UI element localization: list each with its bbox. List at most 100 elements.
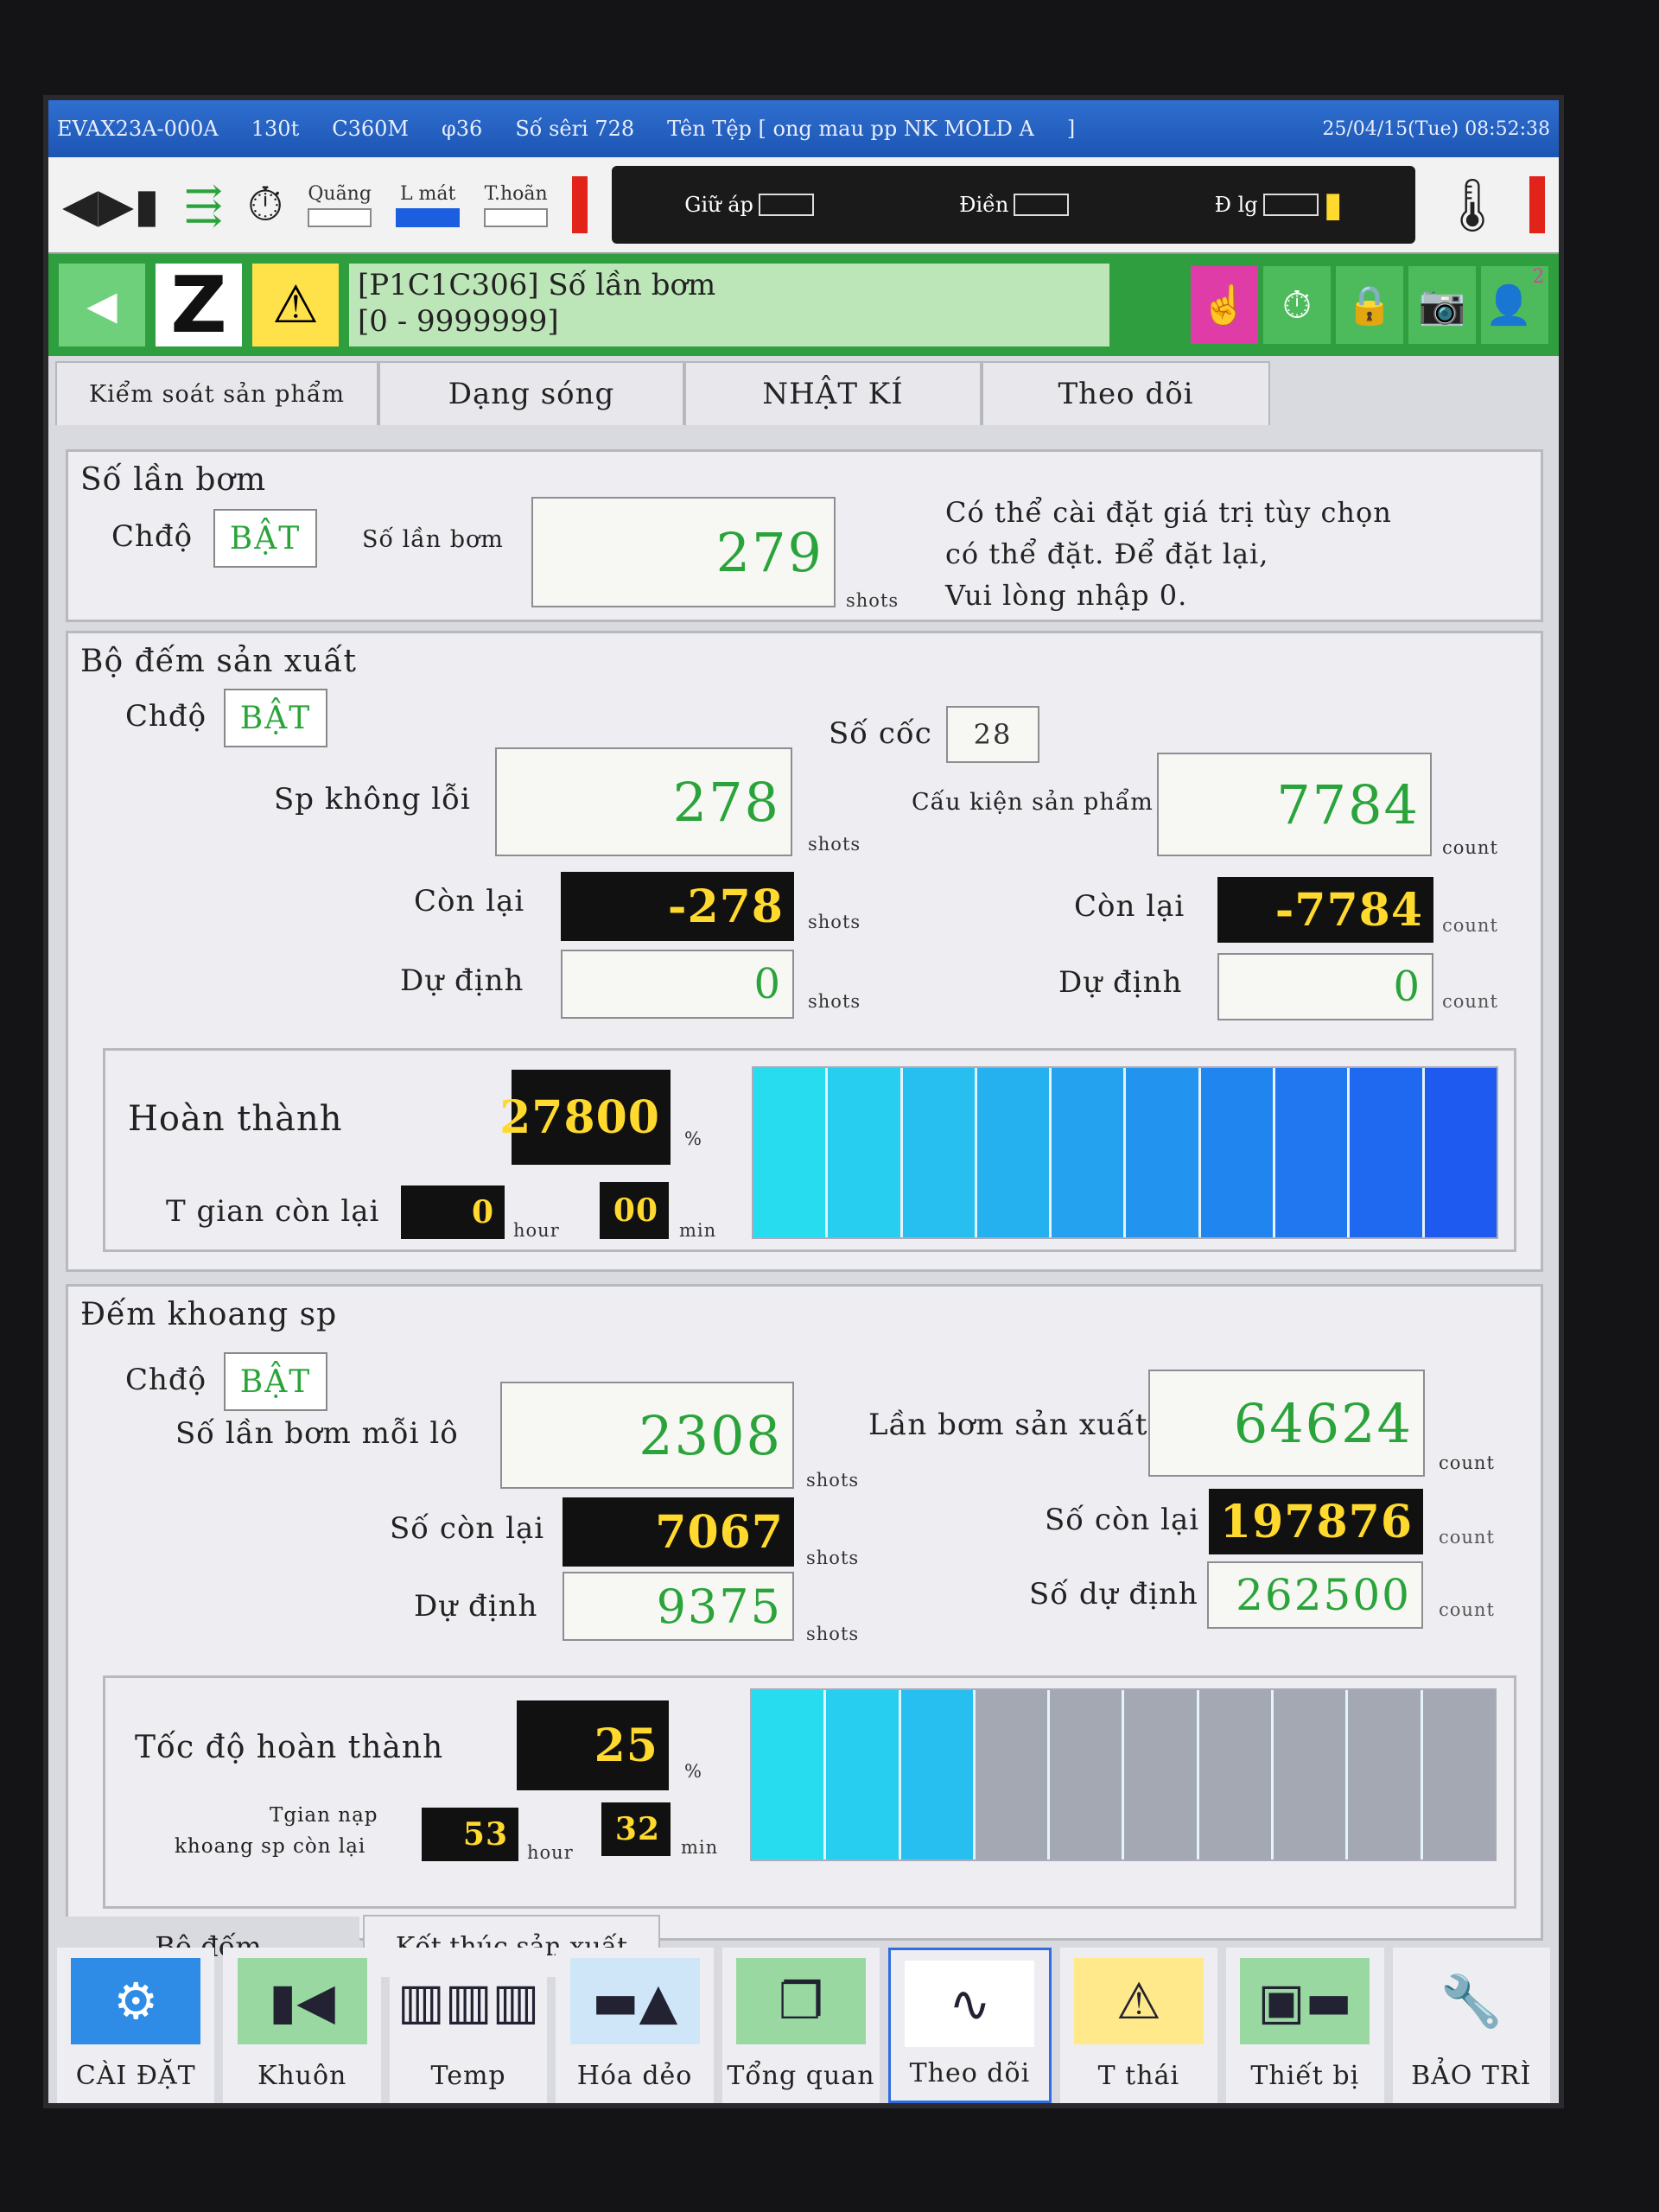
product-parts-value[interactable]: 7784 bbox=[1157, 753, 1432, 856]
planned-shots-input[interactable]: 0 bbox=[561, 950, 794, 1019]
shot-count-panel: Số lần bơm Chđộ BẬT Số lần bơm 279 shots… bbox=[66, 449, 1543, 622]
mold-open-icon: ◀▶▮ bbox=[62, 177, 160, 232]
screw-icon: ▬▲ bbox=[569, 1958, 700, 2044]
user-icon[interactable]: 👤 2 bbox=[1481, 266, 1548, 344]
remaining-time-label: T gian còn lại bbox=[166, 1194, 380, 1229]
file-name: Tên Tệp [ ong mau pp NK MOLD A bbox=[667, 117, 1034, 141]
shot-count-title: Số lần bơm bbox=[80, 462, 267, 498]
cavity-count-label: Số cốc bbox=[829, 716, 932, 751]
shots-per-lot-input[interactable]: 2308 bbox=[500, 1382, 794, 1489]
metering-level-icon: ▮ bbox=[1323, 185, 1343, 225]
heater-icon: ▥▥▥ bbox=[397, 1972, 540, 2031]
lock-icon[interactable]: 🔒 bbox=[1336, 266, 1403, 344]
shot-mode-toggle[interactable]: BẬT bbox=[213, 509, 317, 568]
remaining-cavity-shots-value: 7067 bbox=[563, 1497, 794, 1567]
remaining-cavity-count-unit: count bbox=[1439, 1527, 1495, 1548]
progress-segment bbox=[828, 1068, 903, 1237]
note-line-1: Có thể cài đặt giá trị tùy chọn bbox=[945, 496, 1392, 529]
machine-tonnage: 130t bbox=[251, 117, 300, 141]
shot-count-unit: shots bbox=[846, 590, 899, 611]
fill-lamp bbox=[1014, 194, 1070, 216]
nav-mold[interactable]: ▮◀ Khuôn bbox=[223, 1948, 381, 2103]
tab-monitor[interactable]: Theo dõi bbox=[982, 361, 1270, 425]
nav-setup-label: CÀI ĐẶT bbox=[75, 2061, 196, 2091]
nav-overview[interactable]: ❐ Tổng quan bbox=[721, 1948, 880, 2103]
stopwatch-icon[interactable]: ⏱ bbox=[1263, 266, 1331, 344]
shot-count-label: Số lần bơm bbox=[362, 526, 504, 553]
datetime: 25/04/15(Tue) 08:52:38 bbox=[1322, 118, 1550, 140]
metering-label: Đ lg bbox=[1214, 193, 1258, 217]
nav-maintenance-label: BẢO TRÌ bbox=[1411, 2061, 1532, 2091]
tab-product-control[interactable]: Kiểm soát sản phẩm bbox=[55, 361, 378, 425]
planned-cavity-count-unit: count bbox=[1439, 1599, 1495, 1620]
planned-count-input[interactable]: 0 bbox=[1217, 953, 1433, 1020]
remaining-hours-unit: hour bbox=[513, 1220, 560, 1241]
remaining-minutes-value: 00 bbox=[600, 1182, 669, 1239]
camera-icon[interactable]: 📷 bbox=[1408, 266, 1476, 344]
hmi-screen: EVAX23A-000A 130t C360M φ36 Số sêri 728 … bbox=[43, 95, 1564, 2108]
file-name-end: ] bbox=[1066, 117, 1076, 141]
completion-rate-label: Tốc độ hoàn thành bbox=[135, 1730, 444, 1765]
cavity-count-input[interactable]: 28 bbox=[946, 706, 1039, 763]
serial-number: Số sêri 728 bbox=[515, 117, 635, 141]
back-arrow-icon[interactable]: ◀ bbox=[59, 264, 145, 346]
progress-segment bbox=[1198, 1690, 1274, 1859]
warning-icon[interactable]: ⚠ bbox=[252, 264, 339, 346]
progress-segment bbox=[1052, 1068, 1127, 1237]
product-parts-label: Cấu kiện sản phẩm bbox=[912, 789, 1154, 816]
remaining-cavity-count-label: Số còn lại bbox=[1045, 1503, 1200, 1537]
remaining-cavity-count-value: 197876 bbox=[1209, 1489, 1423, 1554]
parameter-name: [P1C1C306] Số lần bơm bbox=[358, 268, 716, 302]
production-shots-value[interactable]: 64624 bbox=[1148, 1370, 1425, 1477]
progress-segment bbox=[1200, 1068, 1276, 1237]
planned-cavity-shots-unit: shots bbox=[806, 1624, 860, 1644]
nav-overview-label: Tổng quan bbox=[727, 2061, 875, 2091]
cavity-counter-panel: Đếm khoang sp Chđộ BẬT Số lần bơm mỗi lô… bbox=[66, 1284, 1543, 1941]
cavity-mode-toggle[interactable]: BẬT bbox=[224, 1352, 327, 1411]
nav-maintenance[interactable]: 🔧 BẢO TRÌ bbox=[1392, 1948, 1550, 2103]
planned-shots-label: Dự định bbox=[400, 963, 524, 998]
nav-setup[interactable]: ⚙ CÀI ĐẶT bbox=[57, 1948, 215, 2103]
nav-equipment[interactable]: ▣▬ Thiết bị bbox=[1226, 1948, 1384, 2103]
progress-segment bbox=[1126, 1068, 1201, 1237]
tab-waveform[interactable]: Dạng sóng bbox=[378, 361, 684, 425]
good-parts-value[interactable]: 278 bbox=[495, 747, 792, 856]
remaining-minutes-unit: min bbox=[679, 1220, 717, 1241]
nav-status[interactable]: ⚠ T thái bbox=[1059, 1948, 1218, 2103]
tab-log[interactable]: NHẬT KÍ bbox=[684, 361, 982, 425]
parameter-message: [P1C1C306] Số lần bơm [0 - 9999999] bbox=[349, 264, 1109, 346]
production-progress-bar bbox=[752, 1066, 1498, 1239]
nav-plasticizing[interactable]: ▬▲ Hóa dẻo bbox=[556, 1948, 714, 2103]
planned-count-unit: count bbox=[1442, 991, 1498, 1012]
cavity-counter-title: Đếm khoang sp bbox=[80, 1297, 338, 1332]
cooling-lamp bbox=[396, 207, 461, 227]
nav-monitor[interactable]: ∿ Theo dõi bbox=[888, 1948, 1052, 2103]
controller-model: C360M bbox=[332, 117, 409, 141]
progress-segment bbox=[1348, 1690, 1423, 1859]
alarm-warning-icon: ⚠ bbox=[1073, 1958, 1204, 2044]
progress-segment bbox=[1274, 1690, 1349, 1859]
planned-count-label: Dự định bbox=[1058, 965, 1183, 1000]
delay-lamp bbox=[484, 207, 549, 227]
planned-cavity-count-label: Số dự định bbox=[1029, 1577, 1198, 1611]
bottom-navigation: ⚙ CÀI ĐẶT ▮◀ Khuôn ▥▥▥ Temp ▬▲ Hóa dẻo ❐… bbox=[48, 1939, 1559, 2103]
hand-touch-icon[interactable]: ☝ bbox=[1191, 266, 1258, 344]
completion-unit: % bbox=[684, 1128, 702, 1149]
planned-cavity-shots-input[interactable]: 9375 bbox=[563, 1572, 794, 1641]
progress-segment bbox=[1424, 1068, 1497, 1237]
nav-temperature[interactable]: ▥▥▥ Temp bbox=[389, 1948, 548, 2103]
timer-icon: ⏱ bbox=[247, 177, 284, 232]
fill-time-label-line1: Tgian nạp bbox=[270, 1804, 378, 1827]
note-line-3: Vui lòng nhập 0. bbox=[945, 579, 1188, 612]
overview-windows-icon: ❐ bbox=[735, 1958, 866, 2044]
shot-count-input[interactable]: 279 bbox=[531, 497, 836, 607]
progress-segment bbox=[1050, 1690, 1125, 1859]
production-mode-label: Chđộ bbox=[125, 699, 207, 734]
nav-monitor-label: Theo dõi bbox=[909, 2058, 1031, 2088]
planned-cavity-count-input[interactable]: 262500 bbox=[1207, 1561, 1423, 1629]
progress-segment bbox=[976, 1068, 1052, 1237]
nav-mold-label: Khuôn bbox=[257, 2061, 347, 2091]
fill-time-minutes-value: 32 bbox=[601, 1802, 671, 1856]
good-parts-unit: shots bbox=[808, 834, 861, 855]
production-mode-toggle[interactable]: BẬT bbox=[224, 689, 327, 747]
